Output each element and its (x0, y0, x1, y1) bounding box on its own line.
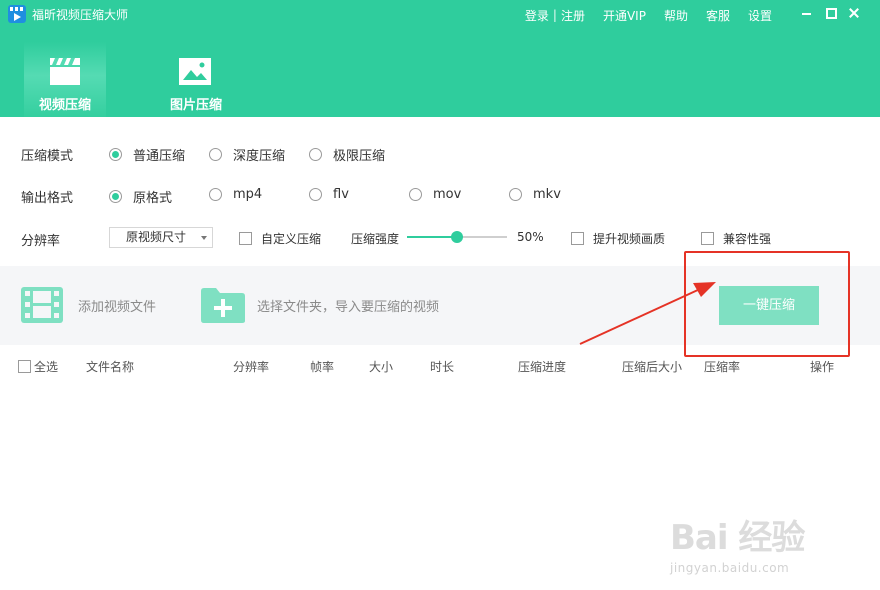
column-header-compressed-size: 压缩后大小 (622, 360, 683, 374)
radio-mode-extreme[interactable]: 极限压缩 (309, 145, 385, 164)
resolution-select[interactable]: 原视频尺寸 (109, 227, 213, 248)
checkbox-icon (18, 360, 31, 373)
checkbox-icon (701, 232, 714, 245)
tab-label: 图片压缩 (169, 98, 222, 113)
strength-label-text: 压缩强度 (351, 232, 400, 246)
strength-slider[interactable] (407, 230, 507, 244)
window-controls (794, 4, 866, 22)
radio-format-flv[interactable]: flv (309, 187, 349, 202)
service-link[interactable]: 客服 (706, 7, 730, 24)
link-separator: | (552, 8, 557, 22)
strength-label: 压缩强度 (351, 230, 399, 247)
radio-label: mov (433, 187, 462, 202)
clapperboard-icon (50, 58, 80, 85)
radio-label: 原格式 (133, 191, 173, 206)
column-header-progress: 压缩进度 (518, 360, 567, 374)
top-links: 登录 | 注册 开通VIP 帮助 客服 设置 (525, 7, 772, 23)
maximize-icon[interactable] (818, 4, 842, 22)
select-all-checkbox[interactable]: 全选 (18, 358, 58, 375)
custom-compress-checkbox[interactable]: 自定义压缩 (239, 230, 321, 247)
checkbox-label: 自定义压缩 (261, 232, 322, 246)
column-header-size: 大小 (369, 360, 394, 374)
checkbox-icon (571, 232, 584, 245)
tab-video-compress[interactable]: 视频压缩 (24, 42, 106, 117)
select-folder-button[interactable]: 选择文件夹，导入要压缩的视频 (200, 287, 439, 324)
annotation-highlight-box (684, 251, 850, 357)
radio-icon (209, 148, 222, 161)
app-logo-icon (8, 5, 26, 23)
mode-label: 压缩模式 (21, 149, 74, 164)
add-video-file-button[interactable]: 添加视频文件 (20, 286, 156, 324)
radio-format-mp4[interactable]: mp4 (209, 187, 262, 202)
checkbox-label: 兼容性强 (723, 232, 772, 246)
add-video-file-label: 添加视频文件 (78, 299, 157, 315)
checkbox-icon (239, 232, 252, 245)
resolution-label: 分辨率 (21, 234, 61, 249)
radio-label: 极限压缩 (333, 149, 386, 164)
image-icon (179, 58, 211, 85)
radio-icon (509, 188, 522, 201)
register-link[interactable]: 注册 (561, 7, 585, 24)
resolution-value: 原视频尺寸 (126, 230, 187, 244)
login-link[interactable]: 登录 (525, 7, 549, 24)
folder-add-icon (201, 288, 245, 323)
tab-label: 视频压缩 (38, 98, 91, 113)
tab-image-compress[interactable]: 图片压缩 (154, 42, 236, 117)
radio-icon (209, 188, 222, 201)
checkbox-label: 提升视频画质 (593, 232, 666, 246)
radio-label: mp4 (233, 187, 263, 202)
watermark-logo: Bai 经验 (670, 518, 805, 558)
help-link[interactable]: 帮助 (664, 7, 688, 24)
radio-format-original[interactable]: 原格式 (109, 187, 172, 206)
column-header-filename: 文件名称 (86, 360, 135, 374)
vip-link[interactable]: 开通VIP (603, 7, 646, 24)
radio-icon (309, 148, 322, 161)
select-all-label: 全选 (34, 360, 59, 374)
film-icon (21, 287, 63, 323)
strength-value: 50% (517, 230, 544, 244)
radio-label: flv (333, 187, 349, 202)
slider-thumb[interactable] (451, 231, 463, 243)
radio-icon (309, 188, 322, 201)
column-header-actions: 操作 (810, 360, 835, 374)
baidu-watermark: Bai 经验 jingyan.baidu.com (670, 510, 805, 575)
column-header-resolution: 分辨率 (233, 360, 270, 374)
radio-selected-icon (109, 148, 122, 161)
enhance-quality-checkbox[interactable]: 提升视频画质 (571, 230, 665, 247)
chevron-down-icon (201, 236, 207, 240)
strength-value-text: 50% (517, 230, 544, 244)
radio-format-mkv[interactable]: mkv (509, 187, 561, 202)
watermark-url: jingyan.baidu.com (670, 561, 790, 575)
header-bar: 福昕视频压缩大师 登录 | 注册 开通VIP 帮助 客服 设置 视频压缩 图片压… (0, 0, 880, 117)
radio-mode-normal[interactable]: 普通压缩 (109, 145, 185, 164)
radio-label: 深度压缩 (233, 149, 286, 164)
radio-selected-icon (109, 190, 122, 203)
radio-icon (409, 188, 422, 201)
radio-label: 普通压缩 (133, 149, 186, 164)
column-header-duration: 时长 (430, 360, 455, 374)
column-header-ratio: 压缩率 (704, 360, 741, 374)
radio-mode-deep[interactable]: 深度压缩 (209, 145, 285, 164)
compatibility-checkbox[interactable]: 兼容性强 (701, 230, 771, 247)
close-icon[interactable] (842, 4, 866, 22)
format-label: 输出格式 (21, 191, 74, 206)
radio-label: mkv (533, 187, 561, 202)
minimize-icon[interactable] (794, 4, 818, 22)
app-title: 福昕视频压缩大师 (32, 8, 129, 22)
column-header-framerate: 帧率 (310, 360, 335, 374)
settings-link[interactable]: 设置 (748, 7, 772, 24)
radio-format-mov[interactable]: mov (409, 187, 461, 202)
select-folder-label: 选择文件夹，导入要压缩的视频 (257, 300, 440, 315)
slider-fill (407, 236, 457, 238)
